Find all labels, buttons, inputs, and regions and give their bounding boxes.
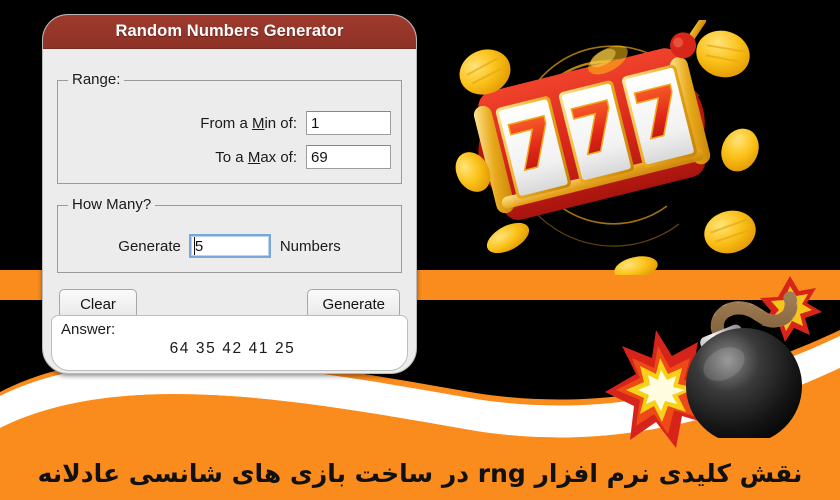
max-label-mnemonic: M (247, 148, 261, 166)
max-value-input[interactable] (306, 145, 391, 169)
answer-panel: Answer: 64 35 42 41 25 (51, 315, 408, 371)
min-field-label: From a Min of: (200, 115, 297, 132)
range-groupbox: Range: From a Min of: To a Max of: (57, 71, 402, 184)
how-many-groupbox-legend: How Many? (68, 196, 156, 214)
how-many-groupbox: How Many? Generate Numbers (57, 196, 402, 273)
count-input-wrapper (188, 234, 271, 258)
slot-machine-illustration: 7 7 7 (455, 20, 765, 275)
min-field-row: From a Min of: (68, 111, 391, 135)
max-field-row: To a Max of: (68, 145, 391, 169)
max-field-label: To a Max of: (215, 149, 297, 166)
range-groupbox-legend: Range: (68, 71, 125, 89)
numbers-suffix-label: Numbers (279, 237, 341, 255)
min-label-mnemonic: M (251, 114, 265, 132)
answer-values: 64 35 42 41 25 (169, 340, 296, 357)
random-numbers-generator-dialog: Random Numbers Generator Range: From a M… (42, 14, 417, 374)
count-input[interactable] (188, 234, 271, 258)
dialog-body: Range: From a Min of: To a Max of: How M… (43, 49, 416, 319)
max-label-prefix: To a (215, 148, 248, 166)
min-label-prefix: From a (200, 114, 252, 132)
generate-count-label: Generate (118, 237, 181, 255)
dialog-title-text: Random Numbers Generator (115, 22, 344, 40)
min-label-suffix: in of: (264, 114, 297, 132)
max-label-suffix: ax of: (260, 148, 297, 166)
dialog-title-bar: Random Numbers Generator (43, 15, 416, 49)
answer-label: Answer: (61, 321, 116, 338)
bomb-illustration (640, 258, 840, 438)
screenshot-canvas: 7 7 7 Random Numbers Generator Range: Fr… (0, 0, 840, 500)
bomb-svg (686, 276, 822, 438)
how-many-field-row: Generate Numbers (68, 234, 391, 258)
min-value-input[interactable] (306, 111, 391, 135)
persian-caption: نقش کلیدی نرم افزار rng در ساخت بازی های… (37, 459, 803, 488)
slot-machine-svg: 7 7 7 (455, 20, 759, 275)
text-caret (193, 237, 195, 255)
